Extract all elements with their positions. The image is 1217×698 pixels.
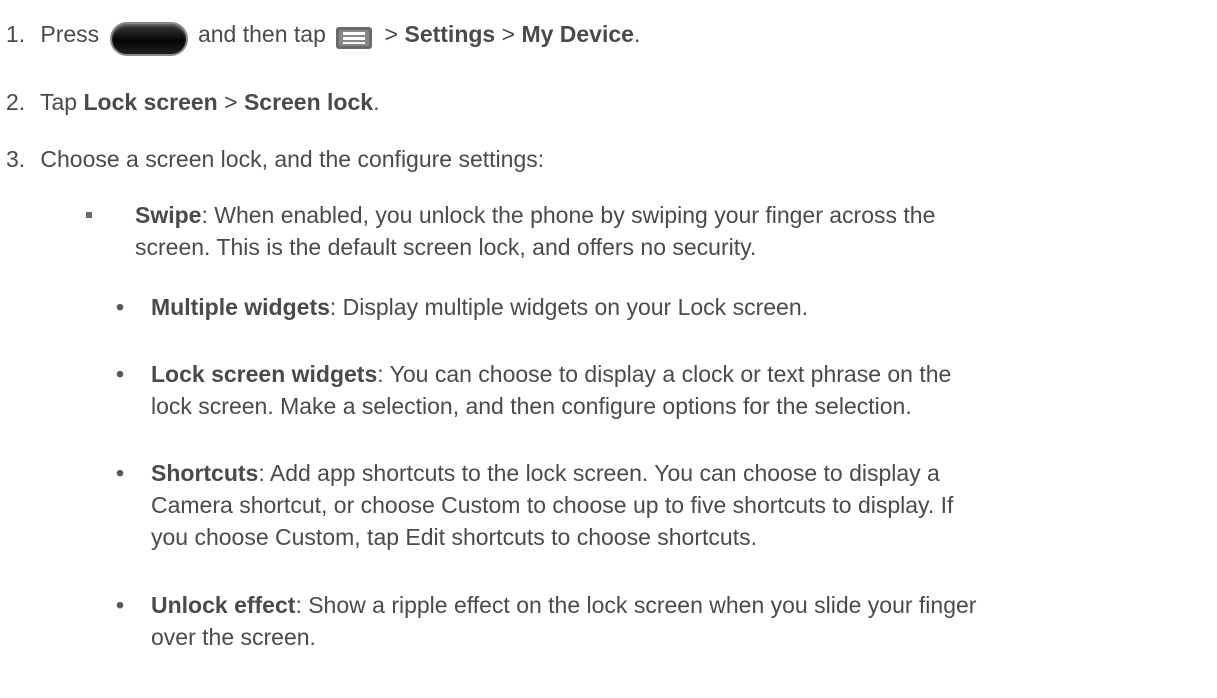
option-text-line: : You can choose to display a clock or t… [377,361,952,387]
step-text: > [224,89,238,115]
step-3: 3. Choose a screen lock, and the configu… [6,145,544,173]
option-term: Lock screen widgets [151,361,378,387]
square-bullet-icon [86,212,92,218]
option-text-line: : Show a ripple effect on the lock scree… [295,592,977,618]
menu-icon [336,26,373,49]
bullet-dot-icon: • [116,592,125,618]
step-text: Tap [39,89,78,115]
option-term: Unlock effect [151,592,296,618]
step-number: 1. [6,21,26,47]
option-text-line: Camera shortcut, or choose Custom to cho… [151,492,954,518]
option-unlock-effect: Unlock effect: Show a ripple effect on t… [151,589,976,653]
step-2: 2. Tap Lock screen > Screen lock. [6,88,379,116]
option-lock-screen-widgets: Lock screen widgets: You can choose to d… [151,358,951,422]
home-button-icon [109,21,188,56]
swipe-item: Swipe: When enabled, you unlock the phon… [135,199,935,263]
bullet-dot-icon: • [116,361,125,387]
settings-label: Settings [404,21,496,47]
step-text: . [373,89,380,115]
screen-lock-label: Screen lock [243,89,374,115]
my-device-label: My Device [521,21,634,47]
option-text-line: : Add app shortcuts to the lock screen. … [258,460,940,486]
option-shortcuts: Shortcuts: Add app shortcuts to the lock… [151,457,953,553]
option-term: Multiple widgets [151,294,330,320]
option-term: Shortcuts [151,460,259,486]
option-text-line: you choose Custom, tap Edit shortcuts to… [151,524,757,550]
step-number: 3. [6,146,26,172]
bullet-dot-icon: • [116,460,125,486]
step-text: > [384,21,399,47]
swipe-term: Swipe [135,202,202,228]
lock-screen-label: Lock screen [83,89,218,115]
step-text: Press [40,21,100,47]
option-text-line: over the screen. [151,624,316,650]
step-text: and then tap [197,21,326,47]
bullet-dot-icon: • [116,294,125,320]
option-text-line: lock screen. Make a selection, and then … [151,393,912,419]
step-number: 2. [6,89,26,115]
option-text-line: : Display multiple widgets on your Lock … [329,294,808,320]
step-text: > [501,21,516,47]
step-text: . [633,21,641,47]
step-1: 1. Press and then tap > Settings > My De… [6,20,641,56]
swipe-text-line: screen. This is the default screen lock,… [135,234,757,260]
swipe-text-line: : When enabled, you unlock the phone by … [201,202,936,228]
option-multiple-widgets: Multiple widgets: Display multiple widge… [151,291,808,323]
step-text: Choose a screen lock, and the configure … [40,146,545,172]
